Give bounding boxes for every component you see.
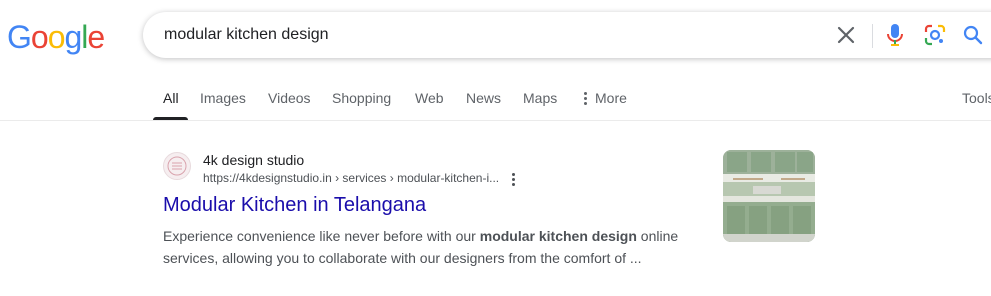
- snippet-highlight: modular kitchen design: [479, 228, 637, 244]
- result-title-link[interactable]: Modular Kitchen in Telangana: [163, 194, 426, 217]
- close-icon[interactable]: [834, 23, 858, 47]
- tools-button[interactable]: Tools: [962, 90, 991, 106]
- logo-letter-g: G: [7, 19, 32, 55]
- tab-maps[interactable]: Maps: [523, 90, 557, 106]
- tab-videos[interactable]: Videos: [268, 90, 311, 106]
- snippet-text-before: Experience convenience like never before…: [163, 228, 480, 244]
- tabs-divider: [0, 120, 991, 121]
- result-menu-icon[interactable]: [506, 170, 520, 188]
- site-url[interactable]: https://4kdesignstudio.in › services › m…: [203, 171, 499, 185]
- tab-all[interactable]: All: [163, 90, 179, 106]
- search-input[interactable]: [164, 12, 804, 58]
- tab-shopping[interactable]: Shopping: [332, 90, 391, 106]
- microphone-icon[interactable]: [883, 23, 907, 47]
- tab-more-label: More: [595, 90, 627, 106]
- more-vertical-icon: [584, 91, 587, 105]
- logo-letter-o1: o: [30, 19, 49, 55]
- logo-letter-e: e: [87, 19, 105, 55]
- tab-web[interactable]: Web: [415, 90, 444, 106]
- search-box: [143, 12, 991, 58]
- site-favicon[interactable]: [163, 152, 191, 180]
- tab-more[interactable]: More: [584, 90, 627, 106]
- google-logo[interactable]: G o o g l e: [7, 17, 105, 57]
- search-tabs: All Images Videos Shopping Web News Maps…: [0, 80, 991, 120]
- search-divider: [872, 24, 873, 48]
- tab-news[interactable]: News: [466, 90, 501, 106]
- logo-letter-g2: g: [64, 19, 82, 55]
- result-snippet: Experience convenience like never before…: [163, 225, 703, 269]
- logo-letter-o2: o: [47, 19, 66, 55]
- result-thumbnail[interactable]: [723, 150, 815, 242]
- search-icon[interactable]: [961, 23, 985, 47]
- tab-images[interactable]: Images: [200, 90, 246, 106]
- google-lens-icon[interactable]: [923, 23, 947, 47]
- site-name[interactable]: 4k design studio: [203, 152, 304, 168]
